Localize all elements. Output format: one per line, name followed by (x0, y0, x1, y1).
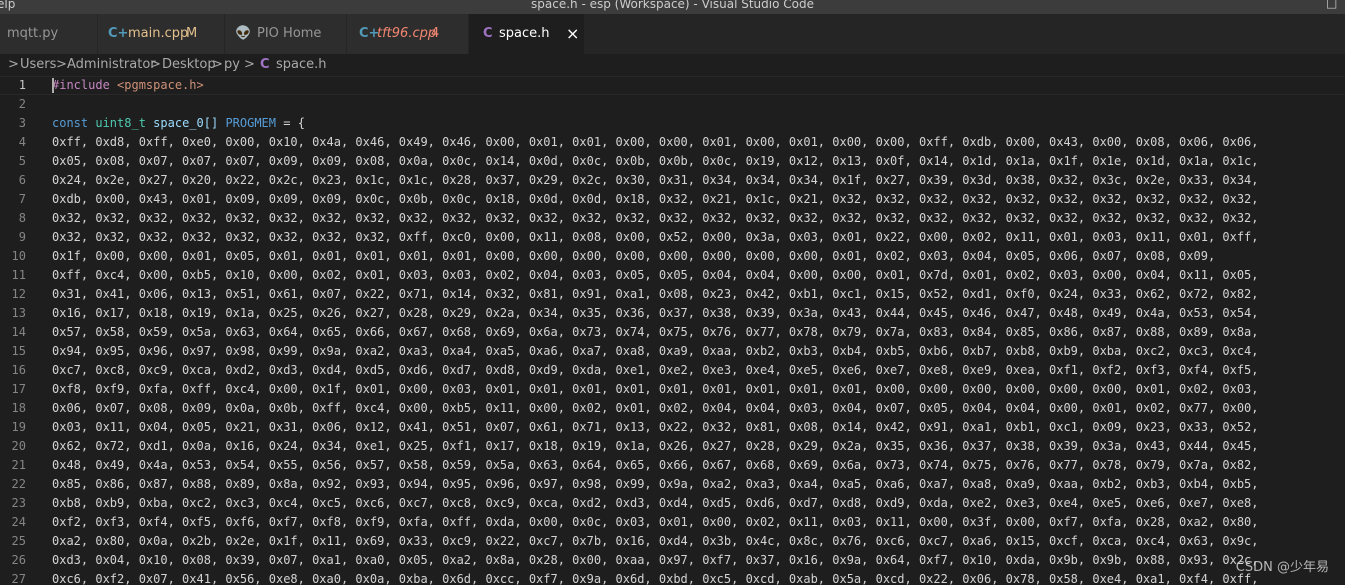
line-number: 8 (18, 211, 26, 225)
text-cursor (52, 78, 54, 93)
code-line: 0x57, 0x58, 0x59, 0x5a, 0x63, 0x64, 0x65… (52, 325, 1259, 339)
line-number: 7 (18, 192, 26, 206)
problem-count-badge: 4 (431, 26, 440, 41)
code-line: 0x32, 0x32, 0x32, 0x32, 0x32, 0x32, 0x32… (52, 230, 1259, 244)
line-number: 17 (11, 382, 26, 396)
code-line: 0xc7, 0xc8, 0xc9, 0xca, 0xd2, 0xd3, 0xd4… (52, 363, 1259, 377)
code-line: 0x31, 0x41, 0x06, 0x13, 0x51, 0x61, 0x07… (52, 287, 1259, 301)
chevron-right-icon: > (150, 57, 161, 72)
modified-badge: M (186, 26, 198, 41)
title-bar: Help space.h - esp (Workspace) - Visual … (0, 0, 1345, 14)
tab-main[interactable]: C+ main.cpp M (98, 14, 225, 54)
breadcrumb-item[interactable]: Administrator (67, 54, 156, 76)
line-number: 14 (11, 325, 26, 339)
line-number: 13 (11, 306, 26, 320)
line-number: 2 (18, 97, 26, 111)
include-directive: #include (52, 78, 110, 92)
include-header: <pgmspace.h> (117, 78, 204, 92)
code-line: #include <pgmspace.h> (52, 76, 1345, 95)
line-number: 21 (11, 458, 26, 472)
chevron-right-icon: > (244, 57, 255, 72)
line-number: 20 (11, 439, 26, 453)
chevron-right-icon: > (8, 57, 19, 72)
watermark: CSDN @少年易 (1235, 560, 1329, 575)
code-line: 0xa2, 0x80, 0x0a, 0x2b, 0x2e, 0x1f, 0x11… (52, 534, 1259, 548)
code-line: 0x32, 0x32, 0x32, 0x32, 0x32, 0x32, 0x32… (52, 211, 1259, 225)
window-title: space.h - esp (Workspace) - Visual Studi… (531, 0, 814, 11)
tab-label: PIO Home (257, 26, 322, 41)
line-number: 10 (11, 249, 26, 263)
breadcrumb-item[interactable]: Desktop (162, 54, 216, 76)
code-line: 0xc6, 0xf2, 0x07, 0x41, 0x56, 0xe8, 0xa0… (52, 572, 1259, 585)
code-line: 0x03, 0x11, 0x04, 0x05, 0x21, 0x31, 0x06… (52, 420, 1259, 434)
tab-label: tft96.cpp (377, 26, 437, 41)
tab-label: main.cpp (128, 26, 189, 41)
chevron-right-icon: > (212, 57, 223, 72)
code-editor[interactable]: 1 2 3 4 5 6 7 8 9 10 11 12 13 14 15 16 17 18 19 20 21 22 23 24 2… (0, 76, 1345, 585)
maximize-icon[interactable]: □ (1326, 0, 1337, 10)
chevron-right-icon: > (56, 57, 67, 72)
line-number: 25 (11, 534, 26, 548)
line-number: 24 (11, 515, 26, 529)
line-number: 16 (11, 363, 26, 377)
line-number: 6 (18, 173, 26, 187)
line-number: 3 (18, 116, 26, 130)
code-line: 0x16, 0x17, 0x18, 0x19, 0x1a, 0x25, 0x26… (52, 306, 1259, 320)
line-number: 5 (18, 154, 26, 168)
code-line: 0x48, 0x49, 0x4a, 0x53, 0x54, 0x55, 0x56… (52, 458, 1259, 472)
code-line: 0x24, 0x2e, 0x27, 0x20, 0x22, 0x2c, 0x23… (52, 173, 1259, 187)
keyword-const: const (52, 116, 89, 130)
code-line: 0x94, 0x95, 0x96, 0x97, 0x98, 0x99, 0x9a… (52, 344, 1259, 358)
type-name: uint8_t (95, 116, 146, 130)
breadcrumb-item[interactable]: Users (20, 54, 56, 76)
code-line: 0xff, 0xc4, 0x00, 0xb5, 0x10, 0x00, 0x02… (52, 268, 1259, 282)
code-line: 0x06, 0x07, 0x08, 0x09, 0x0a, 0x0b, 0xff… (52, 401, 1259, 415)
code-line: 0x85, 0x86, 0x87, 0x88, 0x89, 0x8a, 0x92… (52, 477, 1259, 491)
c-header-icon: C (260, 57, 270, 72)
c-header-icon: C (483, 26, 493, 41)
cpp-file-icon: C+ (108, 26, 129, 41)
line-number: 23 (11, 496, 26, 510)
tab-space-h[interactable]: C space.h × (469, 14, 585, 54)
breadcrumb-file[interactable]: space.h (276, 54, 327, 76)
breadcrumb-drive[interactable]: C: (0, 54, 1, 76)
line-number: 26 (11, 553, 26, 567)
line-number: 22 (11, 477, 26, 491)
code-line: 0xd3, 0x04, 0x10, 0x08, 0x39, 0x07, 0xa1… (52, 553, 1259, 567)
code-line: 0xff, 0xd8, 0xff, 0xe0, 0x00, 0x10, 0x4a… (52, 135, 1259, 149)
tab-mqtt[interactable]: mqtt.py (0, 14, 98, 54)
code-line: 0xf2, 0xf3, 0xf4, 0xf5, 0xf6, 0xf7, 0xf8… (52, 515, 1259, 529)
code-line: 0xdb, 0x00, 0x43, 0x01, 0x09, 0x09, 0x09… (52, 192, 1259, 206)
editor-tabs: mqtt.py C+ main.cpp M 👽 PIO Home C+ tft9… (0, 14, 1345, 54)
code-line: 0x05, 0x08, 0x07, 0x07, 0x07, 0x09, 0x09… (52, 154, 1259, 168)
line-number: 12 (11, 287, 26, 301)
close-icon[interactable]: × (566, 14, 579, 54)
code-line: const uint8_t space_0[] PROGMEM = { (52, 114, 1345, 133)
breadcrumb: C: > Users > Administrator > Desktop > p… (0, 54, 1345, 76)
line-number: 9 (18, 230, 26, 244)
code-line: 0x1f, 0x00, 0x00, 0x01, 0x05, 0x01, 0x01… (52, 249, 1216, 263)
line-number: 15 (11, 344, 26, 358)
platformio-icon: 👽 (235, 26, 252, 41)
line-number: 4 (18, 135, 26, 149)
macro-progmem: PROGMEM (225, 116, 277, 130)
code-line: 0xf8, 0xf9, 0xfa, 0xff, 0xc4, 0x00, 0x1f… (52, 382, 1259, 396)
code-line: 0x62, 0x72, 0xd1, 0x0a, 0x16, 0x24, 0x34… (52, 439, 1259, 453)
line-number: 18 (11, 401, 26, 415)
tab-label: mqtt.py (7, 26, 59, 41)
code-line: 0xb8, 0xb9, 0xba, 0xc2, 0xc3, 0xc4, 0xc5… (52, 496, 1259, 510)
line-number: 27 (11, 572, 26, 585)
array-name: space_0[] (153, 116, 219, 130)
line-number: 1 (18, 78, 26, 92)
line-number: 11 (11, 268, 26, 282)
assign-brace: = { (276, 116, 305, 130)
line-number: 19 (11, 420, 26, 434)
breadcrumb-item[interactable]: py (224, 54, 240, 76)
tab-tft96[interactable]: C+ tft96.cpp 4 (347, 14, 469, 54)
tab-label: space.h (499, 26, 550, 41)
tab-pio-home[interactable]: 👽 PIO Home (225, 14, 347, 54)
